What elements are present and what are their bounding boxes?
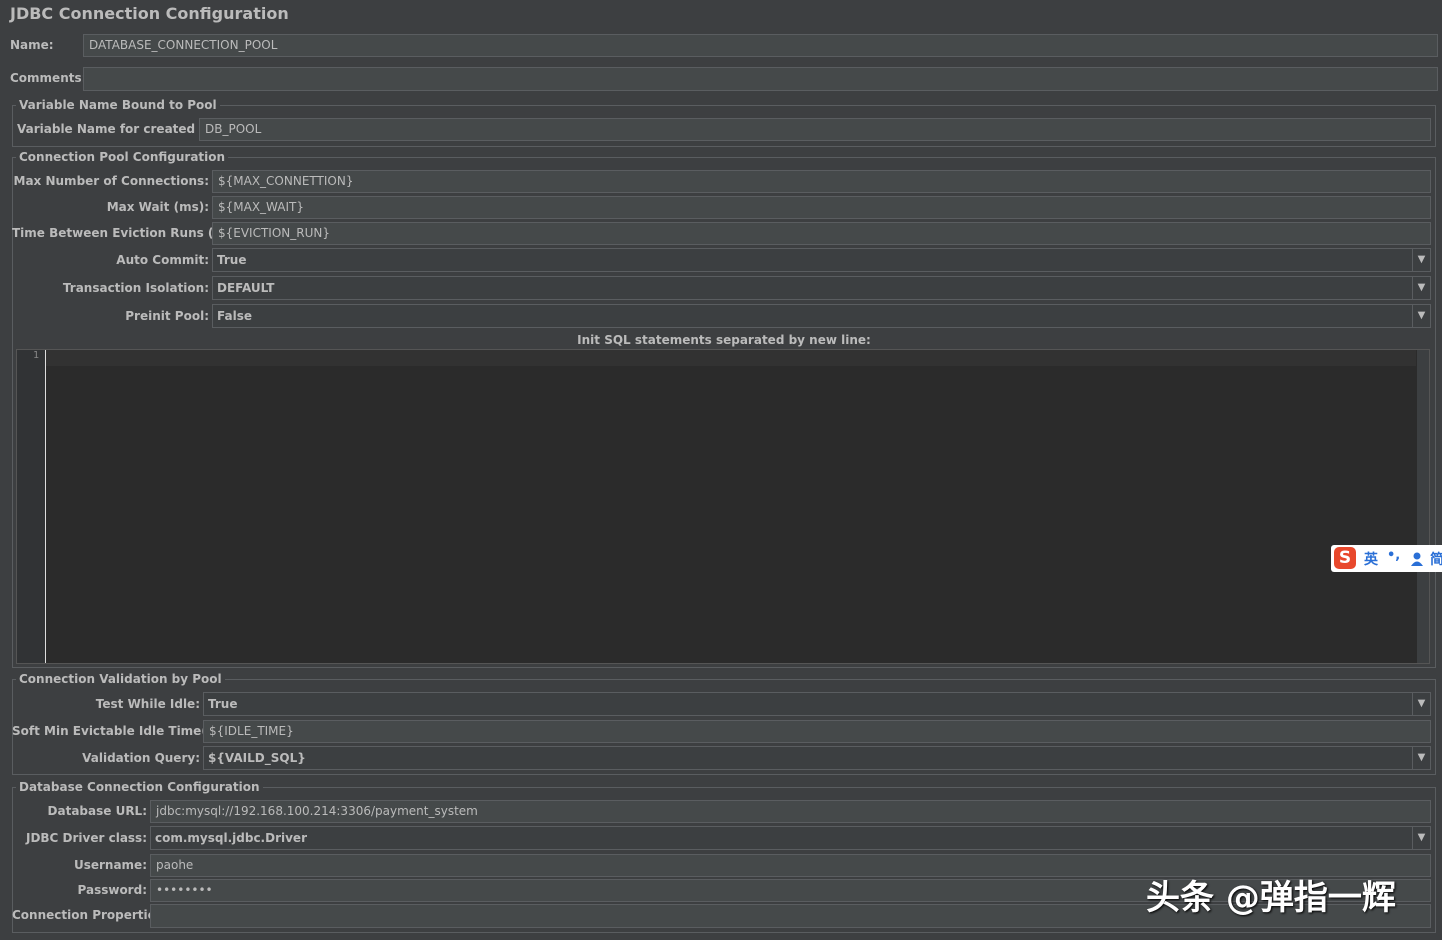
validation-query-value: ${VAILD_SQL} [208,751,306,765]
name-label: Name: [10,38,54,52]
max-connections-label: Max Number of Connections: [13,174,209,188]
transaction-isolation-label: Transaction Isolation: [62,281,209,295]
database-url-field[interactable]: jdbc:mysql://192.168.100.214:3306/paymen… [150,800,1431,823]
db-connection-legend: Database Connection Configuration [16,780,263,794]
variable-group-legend: Variable Name Bound to Pool [16,98,220,112]
transaction-isolation-select[interactable]: DEFAULT ▼ [212,276,1431,300]
ime-punctuation-toggle[interactable]: •, [1387,548,1400,563]
chevron-down-icon[interactable]: ▼ [1412,827,1430,849]
test-while-idle-value: True [208,697,238,711]
pool-config-legend: Connection Pool Configuration [16,150,229,164]
eviction-runs-label: Time Between Eviction Runs (ms): [12,226,244,240]
max-wait-label: Max Wait (ms): [106,200,209,214]
jdbc-driver-select[interactable]: com.mysql.jdbc.Driver ▼ [150,826,1431,850]
preinit-pool-select[interactable]: False ▼ [212,304,1431,328]
test-while-idle-label: Test While Idle: [95,697,200,711]
line-number: 1 [32,350,39,361]
database-url-label: Database URL: [47,804,147,818]
comments-field[interactable] [83,67,1438,91]
editor-gutter [17,350,45,663]
chevron-down-icon[interactable]: ▼ [1412,277,1430,299]
password-label: Password: [77,883,148,897]
chevron-down-icon[interactable]: ▼ [1412,305,1430,327]
jdbc-driver-label: JDBC Driver class: [25,831,147,845]
auto-commit-label: Auto Commit: [116,253,209,267]
connection-properties-label: Connection Properties: [12,908,168,922]
page-title: JDBC Connection Configuration [10,4,289,23]
soft-min-idle-label: Soft Min Evictable Idle Time(ms): [12,724,237,738]
validation-legend: Connection Validation by Pool [16,672,225,686]
user-icon[interactable] [1411,551,1425,567]
name-field[interactable]: DATABASE_CONNECTION_POOL [83,34,1438,57]
preinit-pool-value: False [217,309,252,323]
text-cursor [45,350,46,663]
current-line-highlight [46,350,1416,366]
max-wait-field[interactable]: ${MAX_WAIT} [212,196,1431,219]
auto-commit-select[interactable]: True ▼ [212,248,1431,272]
transaction-isolation-value: DEFAULT [217,281,275,295]
init-sql-label: Init SQL statements separated by new lin… [577,333,871,347]
preinit-pool-label: Preinit Pool: [125,309,209,323]
auto-commit-value: True [217,253,247,267]
ime-language-toggle[interactable]: 英 [1364,549,1378,569]
ime-toolbar[interactable]: S 英 •, 简 [1331,545,1442,572]
chevron-down-icon[interactable]: ▼ [1412,693,1430,715]
username-label: Username: [73,858,147,872]
soft-min-idle-field[interactable]: ${IDLE_TIME} [203,720,1431,743]
eviction-runs-field[interactable]: ${EVICTION_RUN} [212,222,1431,245]
ime-mode-toggle[interactable]: 简 [1430,549,1442,569]
ime-logo-icon: S [1334,547,1356,569]
max-connections-field[interactable]: ${MAX_CONNETTION} [212,170,1431,193]
validation-query-select[interactable]: ${VAILD_SQL} ▼ [203,746,1431,770]
watermark: 头条 @弹指一辉 [1146,878,1396,918]
editor-scrollbar[interactable] [1417,350,1429,663]
chevron-down-icon[interactable]: ▼ [1412,249,1430,271]
comments-label: Comments: [10,71,87,85]
validation-query-label: Validation Query: [82,751,200,765]
init-sql-editor[interactable] [16,349,1430,664]
chevron-down-icon[interactable]: ▼ [1412,747,1430,769]
jdbc-driver-value: com.mysql.jdbc.Driver [155,831,307,845]
test-while-idle-select[interactable]: True ▼ [203,692,1431,716]
pool-variable-field[interactable]: DB_POOL [199,118,1431,141]
